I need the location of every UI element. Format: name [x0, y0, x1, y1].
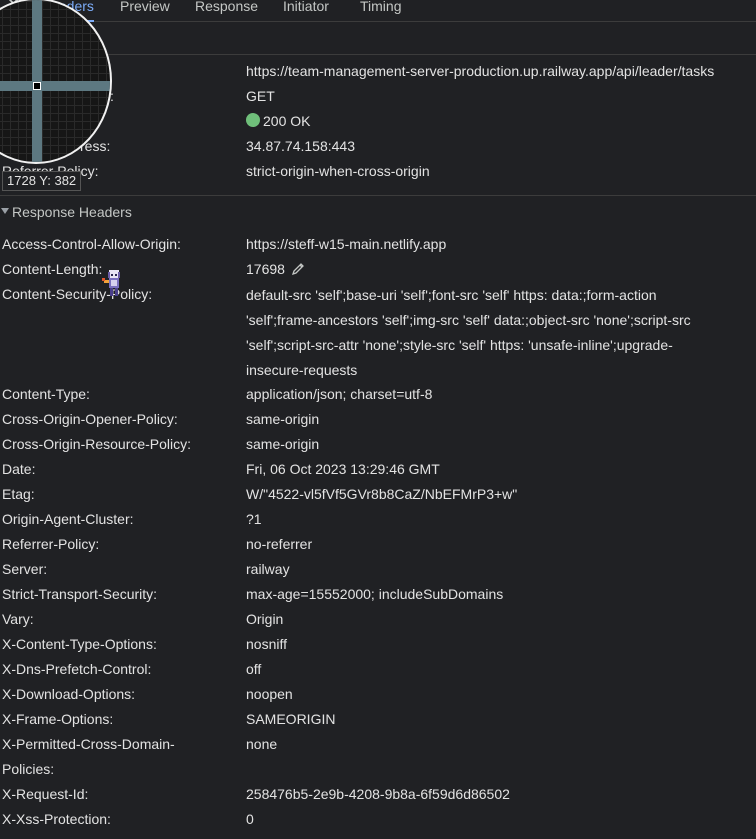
header-row: X-Request-Id: 258476b5-2e9b-4208-9b8a-6f…	[0, 781, 756, 806]
header-row: X-Download-Options: noopen	[0, 681, 756, 706]
general-row-method: : GET	[0, 83, 756, 108]
magnifier-coordinates: 1728 Y: 382	[2, 171, 82, 191]
header-value[interactable]: Fri, 06 Oct 2023 13:29:46 GMT	[246, 458, 440, 480]
cursor-sprite-icon	[102, 270, 120, 296]
header-row: X-Content-Type-Options: nosniff	[0, 631, 756, 656]
header-row: Etag: W/"4522-vl5fVf5GVr8b8CaZ/NbEFMrP3+…	[0, 481, 756, 506]
response-headers-title: Response Headers	[12, 204, 132, 220]
header-name: X-Xss-Protection:	[2, 811, 111, 827]
tab-initiator[interactable]: Initiator	[283, 0, 329, 22]
header-name: Vary:	[2, 611, 34, 627]
header-value[interactable]: no-referrer	[246, 533, 312, 555]
header-row: Access-Control-Allow-Origin: https://ste…	[0, 231, 756, 256]
header-row: Origin-Agent-Cluster: ?1	[0, 506, 756, 531]
header-row: Date: Fri, 06 Oct 2023 13:29:46 GMT	[0, 456, 756, 481]
tab-response[interactable]: Response	[195, 0, 258, 22]
header-value[interactable]: noopen	[246, 683, 293, 705]
network-headers-panel: ✕ Headers Preview Response Initiator Tim…	[0, 0, 756, 839]
triangle-down-icon	[1, 208, 9, 214]
header-name: X-Request-Id:	[2, 786, 89, 802]
header-value[interactable]: W/"4522-vl5fVf5GVr8b8CaZ/NbEFMrP3+w"	[246, 483, 517, 505]
header-value[interactable]: max-age=15552000; includeSubDomains	[246, 583, 503, 605]
tab-timing[interactable]: Timing	[360, 0, 402, 22]
header-name-continued: Policies:	[2, 761, 55, 777]
header-row: Referrer-Policy: no-referrer	[0, 531, 756, 556]
magnifier-crosshair-horizontal	[0, 81, 110, 91]
header-value[interactable]: nosniff	[246, 633, 287, 655]
general-row-referrer: Referrer Policy: strict-origin-when-cros…	[0, 158, 756, 183]
request-url-value[interactable]: https://team-management-server-productio…	[246, 60, 714, 82]
header-name: Strict-Transport-Security:	[2, 586, 158, 602]
header-value-line: 'self';script-src-attr 'none';style-src …	[246, 337, 673, 353]
status-code-text: 200 OK	[263, 113, 311, 129]
header-value[interactable]: none	[246, 733, 277, 755]
header-value[interactable]: https://steff-w15-main.netlify.app	[246, 233, 446, 255]
header-value-line: 'self';frame-ancestors 'self';img-src 's…	[246, 312, 691, 328]
header-value[interactable]: ?1	[246, 508, 262, 530]
header-value: 17698	[246, 261, 285, 277]
header-value[interactable]: SAMEORIGIN	[246, 708, 335, 730]
remote-address-value[interactable]: 34.87.74.158:443	[246, 135, 355, 157]
header-name: Content-Length:	[2, 261, 103, 277]
header-name: X-Permitted-Cross-Domain-	[2, 736, 175, 752]
header-value[interactable]: application/json; charset=utf-8	[246, 383, 432, 405]
tab-bar: ✕ Headers Preview Response Initiator Tim…	[0, 0, 756, 22]
header-value[interactable]: 0	[246, 808, 254, 830]
referrer-policy-value[interactable]: strict-origin-when-cross-origin	[246, 160, 430, 182]
header-row: X-Dns-Prefetch-Control: off	[0, 656, 756, 681]
header-value[interactable]: off	[246, 658, 261, 680]
header-row: Vary: Origin	[0, 606, 756, 631]
header-row: X-Xss-Protection: 0	[0, 806, 756, 831]
header-name: X-Content-Type-Options:	[2, 636, 157, 652]
header-name: X-Frame-Options:	[2, 711, 114, 727]
header-name: X-Download-Options:	[2, 686, 136, 702]
header-name: Content-Type:	[2, 386, 90, 402]
header-name: Server:	[2, 561, 48, 577]
general-row-url: https://team-management-server-productio…	[0, 58, 756, 83]
header-value[interactable]: same-origin	[246, 433, 319, 455]
divider	[0, 54, 756, 55]
response-headers-section-toggle[interactable]: Response Headers	[0, 198, 756, 226]
header-name: Referrer-Policy:	[2, 536, 100, 552]
header-name: Etag:	[2, 486, 35, 502]
header-name: Cross-Origin-Opener-Policy:	[2, 411, 178, 427]
header-value[interactable]: same-origin	[246, 408, 319, 430]
header-name: Access-Control-Allow-Origin:	[2, 236, 181, 252]
header-value[interactable]: 258476b5-2e9b-4208-9b8a-6f59d6d86502	[246, 783, 510, 805]
header-name: Origin-Agent-Cluster:	[2, 511, 134, 527]
header-row: Cross-Origin-Resource-Policy: same-origi…	[0, 431, 756, 456]
header-name: Cross-Origin-Resource-Policy:	[2, 436, 192, 452]
general-row-remote: ress: 34.87.74.158:443	[0, 133, 756, 158]
header-row: X-Permitted-Cross-Domain- Policies: none	[0, 731, 756, 781]
header-name: Date:	[2, 461, 36, 477]
tab-preview[interactable]: Preview	[120, 0, 170, 22]
request-method-value[interactable]: GET	[246, 85, 275, 107]
header-value[interactable]: Origin	[246, 608, 283, 630]
header-name: X-Dns-Prefetch-Control:	[2, 661, 152, 677]
header-value-editable[interactable]: 17698	[246, 258, 305, 280]
pencil-icon[interactable]	[291, 262, 305, 276]
status-ok-icon	[246, 113, 260, 127]
header-name: Content-Security-Policy:	[2, 286, 153, 302]
general-row-status: 200 OK	[0, 108, 756, 133]
header-value-line: default-src 'self';base-uri 'self';font-…	[246, 287, 657, 303]
header-row: Server: railway	[0, 556, 756, 581]
header-value[interactable]: default-src 'self';base-uri 'self';font-…	[246, 283, 746, 383]
header-row: Strict-Transport-Security: max-age=15552…	[0, 581, 756, 606]
magnifier-center-pixel	[33, 82, 41, 90]
header-row: Cross-Origin-Opener-Policy: same-origin	[0, 406, 756, 431]
header-value-line: insecure-requests	[246, 362, 358, 378]
header-row: X-Frame-Options: SAMEORIGIN	[0, 706, 756, 731]
divider	[0, 195, 756, 196]
header-value[interactable]: railway	[246, 558, 290, 580]
header-row: Content-Type: application/json; charset=…	[0, 381, 756, 406]
status-code-value[interactable]: 200 OK	[246, 110, 310, 132]
